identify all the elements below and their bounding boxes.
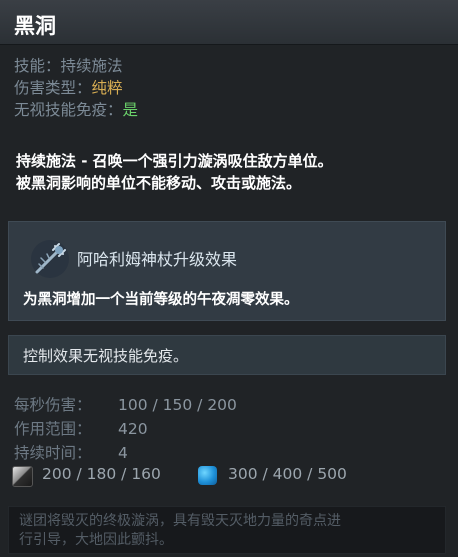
stat-value: 4 (118, 444, 128, 462)
scepter-description: 为黑洞增加一个当前等级的午夜凋零效果。 (23, 292, 299, 308)
stat-value: 100 / 150 / 200 (118, 396, 237, 414)
aghanims-scepter-icon (31, 240, 69, 278)
stat-label: 每秒伤害： (14, 396, 92, 414)
skill-type-label: 技能： (14, 57, 61, 75)
ability-note: 控制效果无视技能免疫。 (8, 335, 446, 375)
cooldown-value: 200 / 180 / 160 (42, 465, 161, 483)
stat-row: 持续时间： 4 (14, 441, 237, 465)
lore-line-1: 谜团将毁灭的终极漩涡，具有毁天灭地力量的奇点进 (19, 513, 341, 529)
note-text: 控制效果无视技能免疫。 (23, 347, 189, 365)
scepter-upgrade-box: 阿哈利姆神杖升级效果 为黑洞增加一个当前等级的午夜凋零效果。 (8, 221, 446, 321)
scepter-title: 阿哈利姆神杖升级效果 (77, 250, 238, 269)
ability-meta: 技能：持续施法 伤害类型：纯粹 无视技能免疫：是 (14, 55, 138, 121)
skill-type-value: 持续施法 (60, 57, 123, 75)
mana-cost-value: 300 / 400 / 500 (228, 465, 347, 483)
mana-icon (198, 466, 217, 485)
ability-name: 黑洞 (14, 14, 56, 38)
stat-row: 每秒伤害： 100 / 150 / 200 (14, 393, 237, 417)
damage-type-row: 伤害类型：纯粹 (14, 77, 138, 99)
stat-label: 作用范围： (14, 420, 92, 438)
lore-line-2: 行引导，大地因此颤抖。 (19, 532, 173, 548)
stat-row: 作用范围： 420 (14, 417, 237, 441)
stat-value: 420 (118, 420, 148, 438)
skill-type-row: 技能：持续施法 (14, 55, 138, 77)
cooldown-icon (12, 466, 33, 487)
ability-tooltip: 黑洞 技能：持续施法 伤害类型：纯粹 无视技能免疫：是 持续施法 - 召唤一个强… (0, 0, 458, 557)
tooltip-header: 黑洞 (0, 0, 458, 45)
description-line-2: 被黑洞影响的单位不能移动、攻击或施法。 (16, 174, 302, 192)
lore-text: 谜团将毁灭的终极漩涡，具有毁天灭地力量的奇点进 行引导，大地因此颤抖。 (19, 512, 439, 550)
pierce-immunity-row: 无视技能免疫：是 (14, 99, 138, 121)
pierce-immunity-label: 无视技能免疫： (14, 101, 123, 119)
ability-stats: 每秒伤害： 100 / 150 / 200 作用范围： 420 持续时间： 4 (14, 393, 237, 465)
description-line-1: 持续施法 - 召唤一个强引力漩涡吸住敌方单位。 (16, 152, 333, 170)
ability-description: 持续施法 - 召唤一个强引力漩涡吸住敌方单位。 被黑洞影响的单位不能移动、攻击或… (16, 150, 446, 194)
damage-type-value: 纯粹 (91, 79, 123, 97)
damage-type-label: 伤害类型： (14, 79, 92, 97)
lore-box: 谜团将毁灭的终极漩涡，具有毁天灭地力量的奇点进 行引导，大地因此颤抖。 (8, 506, 446, 554)
stat-label: 持续时间： (14, 444, 92, 462)
pierce-immunity-value: 是 (122, 101, 139, 119)
